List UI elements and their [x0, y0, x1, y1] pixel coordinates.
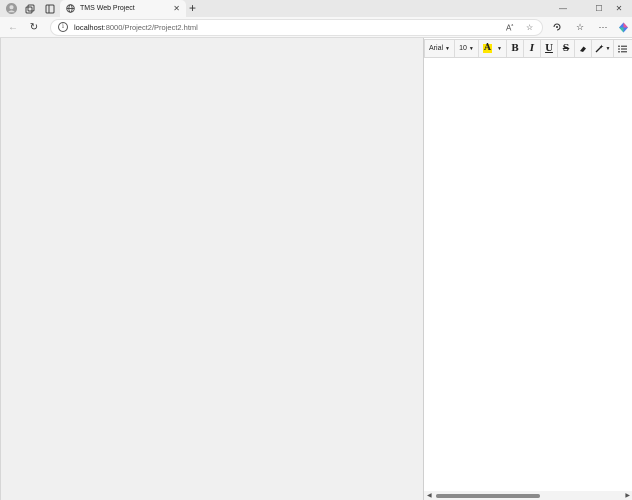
back-icon[interactable]: ←: [6, 20, 20, 34]
address-bar[interactable]: i localhost:8000/Project2/Project2.html …: [50, 19, 543, 36]
chevron-down-icon: ▼: [468, 45, 474, 52]
main-panel: [0, 38, 422, 500]
profile-icon[interactable]: [4, 2, 18, 15]
site-info-icon[interactable]: i: [58, 22, 68, 32]
new-tab-button[interactable]: +: [189, 2, 196, 14]
tab-strip: TMS Web Project ✕ + — ☐ ✕: [0, 0, 632, 17]
favorite-star-icon[interactable]: ☆: [526, 23, 533, 32]
url-host: localhost: [74, 23, 104, 32]
underline-button[interactable]: U: [541, 40, 558, 57]
clear-format-button[interactable]: [575, 40, 592, 57]
italic-icon: I: [529, 43, 535, 54]
font-size-value: 10: [459, 45, 467, 52]
horizontal-scrollbar[interactable]: ◀ ▶: [424, 491, 632, 500]
list-icon: [618, 44, 627, 53]
tab-title: TMS Web Project: [80, 5, 135, 12]
rich-text-editor: Arial ▼ 10 ▼ A ▼ B I U S ▼ ◀ ▶: [423, 38, 632, 500]
highlight-color-button[interactable]: A ▼: [479, 40, 507, 57]
more-menu-icon[interactable]: ···: [597, 21, 609, 33]
scrollbar-thumb[interactable]: [436, 494, 540, 498]
copilot-icon[interactable]: [617, 21, 629, 33]
extensions-icon[interactable]: [551, 21, 563, 33]
chevron-down-icon: ▼: [605, 45, 611, 52]
bold-icon: B: [511, 43, 519, 54]
tab-actions-icon[interactable]: [43, 2, 57, 15]
highlight-icon: A: [483, 43, 493, 53]
browser-toolbar: ← ↻ i localhost:8000/Project2/Project2.h…: [0, 17, 632, 38]
underline-icon: U: [545, 43, 553, 54]
workspaces-icon[interactable]: [23, 2, 37, 15]
favorites-icon[interactable]: ☆: [574, 21, 586, 33]
magic-format-button[interactable]: ▼: [592, 40, 614, 57]
editor-toolbar: Arial ▼ 10 ▼ A ▼ B I U S ▼: [424, 39, 632, 58]
font-family-select[interactable]: Arial ▼: [425, 40, 455, 57]
url-path: :8000/Project2/Project2.html: [103, 23, 198, 32]
chevron-down-icon: ▼: [445, 45, 450, 52]
italic-button[interactable]: I: [524, 40, 541, 57]
bullet-list-button[interactable]: [614, 40, 631, 57]
tab-close-icon[interactable]: ✕: [173, 4, 180, 13]
scroll-left-icon[interactable]: ◀: [427, 492, 432, 499]
strikethrough-button[interactable]: S: [558, 40, 575, 57]
editor-content-area[interactable]: [424, 59, 632, 491]
minimize-button[interactable]: —: [550, 0, 576, 17]
magic-wand-icon: [595, 44, 604, 53]
close-window-button[interactable]: ✕: [606, 0, 632, 17]
tab-active[interactable]: TMS Web Project ✕: [60, 0, 186, 17]
chevron-down-icon: ▼: [497, 45, 502, 52]
bold-button[interactable]: B: [507, 40, 524, 57]
address-url[interactable]: localhost:8000/Project2/Project2.html: [74, 23, 198, 32]
globe-icon: [66, 0, 75, 18]
font-size-select[interactable]: 10 ▼: [455, 40, 479, 57]
eraser-icon: [580, 46, 586, 52]
scroll-right-icon[interactable]: ▶: [625, 492, 630, 499]
read-aloud-icon[interactable]: Aᵃ: [506, 23, 513, 33]
font-family-value: Arial: [429, 45, 444, 52]
reload-icon[interactable]: ↻: [27, 20, 41, 34]
strikethrough-icon: S: [562, 43, 570, 54]
